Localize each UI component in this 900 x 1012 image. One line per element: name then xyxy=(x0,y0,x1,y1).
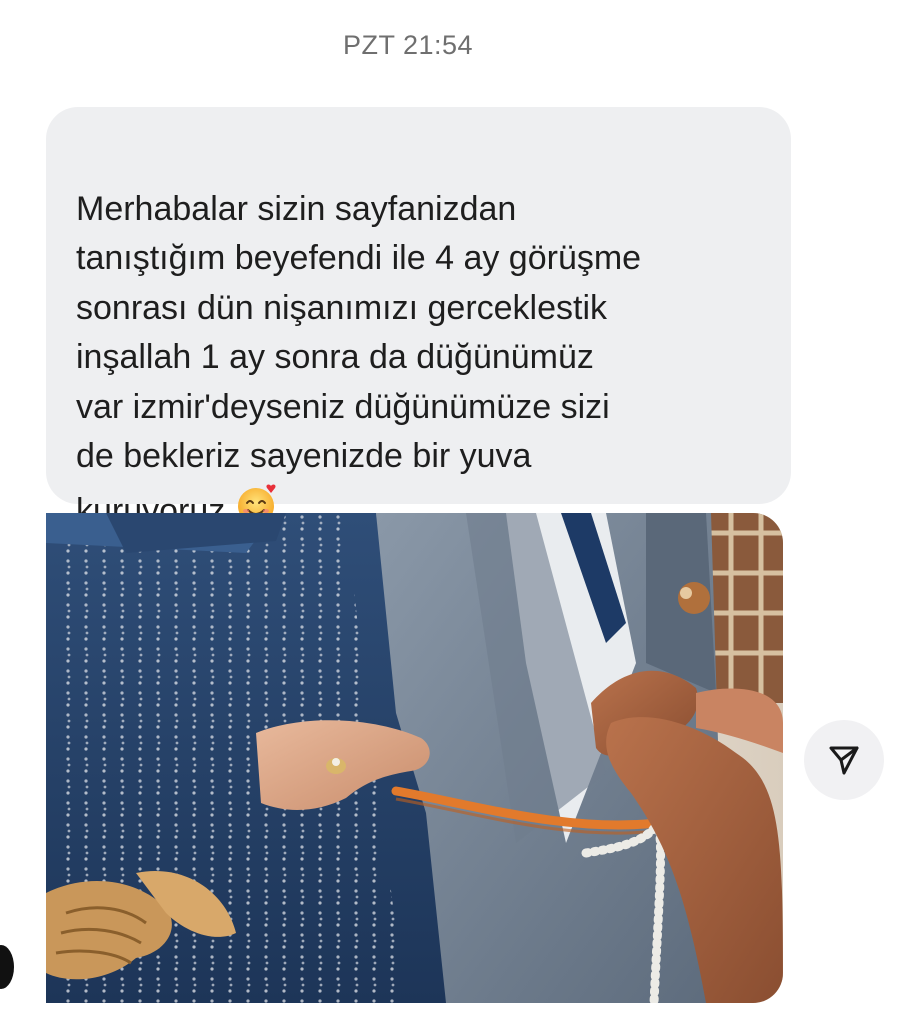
sender-avatar[interactable] xyxy=(0,945,14,989)
message-timestamp: PZT 21:54 xyxy=(342,30,474,60)
engagement-photo-image xyxy=(46,513,783,1003)
message-text: Merhabalar sizin sayfanizdan tanıştığım … xyxy=(76,189,642,530)
message-photo[interactable] xyxy=(46,513,783,1003)
message-bubble[interactable]: Merhabalar sizin sayfanizdan tanıştığım … xyxy=(46,107,791,530)
share-button[interactable] xyxy=(804,720,884,800)
paper-plane-icon xyxy=(829,746,859,775)
